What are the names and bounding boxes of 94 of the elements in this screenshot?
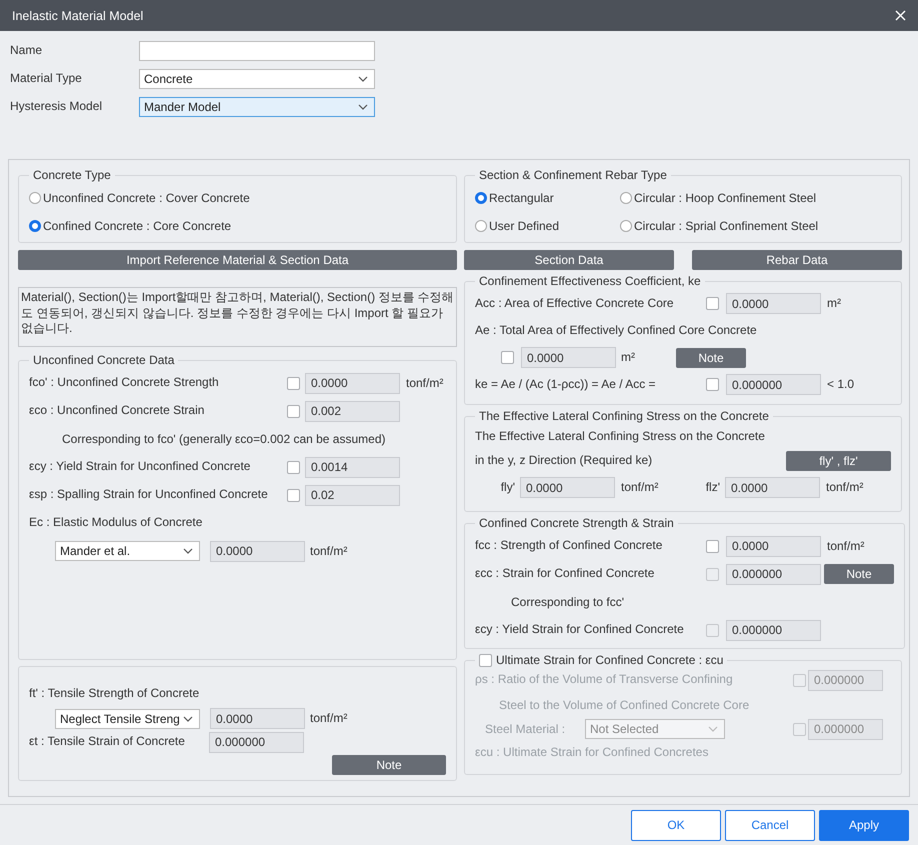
unit-label: tonf/m² [621, 480, 658, 494]
unit-label: tonf/m² [310, 711, 348, 726]
value-field[interactable]: 0.0000 [210, 708, 305, 729]
window-title: Inelastic Material Model [12, 8, 144, 22]
unit-label: tonf/m² [826, 480, 864, 494]
group-title: Concrete Type [32, 168, 112, 182]
checkbox[interactable] [287, 460, 300, 474]
dropdown[interactable]: Mander et al. [55, 541, 200, 561]
note-button[interactable]: Note [676, 348, 746, 368]
radio-option[interactable]: Circular : Hoop Confinement Steel [620, 191, 816, 205]
unit-label: tonf/m² [310, 544, 348, 558]
field-label: εcu : Ultimate Strain for Confined Concretes [475, 746, 710, 760]
checkbox[interactable] [706, 297, 719, 310]
checkbox[interactable] [287, 404, 300, 418]
radio-option[interactable]: Circular : Sprial Confinement Steel [620, 219, 818, 233]
field-label: εt : Tensile Strain of Concrete [29, 735, 186, 749]
hint-text: Steel to the Volume of Confined Concrete Core [499, 698, 750, 712]
group-title: Section & Confinement Rebar Type [478, 168, 668, 182]
checkbox[interactable] [793, 674, 806, 687]
checkbox[interactable] [479, 654, 492, 666]
value-field[interactable]: 0.0000 [520, 477, 615, 498]
field-label: Ae : Total Area of Effectively Confined Core Concrete [475, 324, 758, 338]
group-title: The Effective Lateral Confining Stress on the Concrete [478, 409, 770, 423]
field-label: ρs : Ratio of the Volume of Transverse Confining [475, 673, 734, 688]
value-field[interactable]: 0.000000 [209, 732, 304, 752]
value-field[interactable]: 0.02 [305, 484, 400, 506]
value-field[interactable]: 0.0000 [210, 540, 305, 562]
field-label: Steel Material : [485, 722, 566, 736]
group-title: Ultimate Strain for Confined Concrete : εcu [496, 653, 724, 667]
field-label: εcy : Yield Strain for Unconfined Concrete [29, 460, 252, 474]
value-field[interactable]: 0.002 [305, 400, 400, 422]
field-label: fco' : Unconfined Concrete Strength [29, 376, 220, 390]
dropdown[interactable]: Concrete [139, 69, 375, 89]
dialog-button[interactable]: Apply [819, 810, 909, 840]
dialog-button[interactable]: OK [631, 810, 721, 840]
field-label: Acc : Area of Effective Concrete Core [475, 296, 675, 310]
import-button[interactable]: Import Reference Material & Section Data [18, 250, 457, 270]
hint-text: Corresponding to fcc' [511, 594, 624, 609]
group-title: Confinement Effectiveness Coefficient, ke [478, 274, 702, 288]
dialog-button[interactable]: Cancel [725, 810, 815, 840]
value-field[interactable]: 0.0000 [521, 347, 616, 368]
dropdown[interactable]: Mander Model [139, 97, 375, 117]
unit-label: m² [621, 350, 635, 364]
hint-text: Corresponding to fco' (generally εco=0.002 can be assumed) [62, 432, 386, 446]
unit-label: tonf/m² [406, 376, 444, 390]
field-label: ke = Ae / (Ac (1-ρcc)) = Ae / Acc = [475, 378, 657, 392]
field-label: εco : Unconfined Concrete Strain [29, 404, 206, 418]
chevron-down-icon [708, 726, 718, 732]
value-field[interactable]: 0.0014 [305, 456, 400, 478]
checkbox[interactable] [501, 351, 514, 364]
radio-option[interactable]: Unconfined Concrete : Cover Concrete [29, 191, 250, 205]
checkbox[interactable] [706, 540, 719, 552]
value-field[interactable]: 0.000000 [726, 374, 821, 395]
field-label: flz' [706, 480, 720, 494]
field-label: Name [10, 44, 44, 58]
group-title: Unconfined Concrete Data [32, 353, 176, 367]
chevron-down-icon [358, 104, 368, 110]
checkbox[interactable] [287, 376, 300, 390]
unit-label: m² [827, 296, 841, 310]
checkbox[interactable] [706, 378, 719, 391]
radio-option[interactable]: Rectangular [475, 191, 554, 205]
group-title: Confined Concrete Strength & Strain [478, 516, 675, 530]
note-text: Material(), Section()는 Import할때만 참고하며, Material(), Section() 정보를 수정해도 연동되어, 갱신되지 않습니다. 정보를 수정한 경우에는 다시 Import 할 필요가 없습니다. [18, 287, 457, 347]
radio-option[interactable]: Confined Concrete : Core Concrete [29, 219, 232, 233]
field-label: fly' [500, 480, 515, 494]
unit-label: tonf/m² [827, 538, 864, 553]
field-label: in the y, z Direction (Required ke) [475, 454, 654, 468]
name-field[interactable] [139, 41, 375, 61]
chevron-down-icon [358, 76, 368, 82]
dropdown[interactable]: Neglect Tensile Streng [55, 708, 200, 728]
value-field[interactable]: 0.0000 [726, 536, 821, 556]
field-label: Material Type [10, 72, 83, 86]
field-label: εcc : Strain for Confined Concrete [475, 567, 656, 581]
field-label: εsp : Spalling Strain for Unconfined Concrete [29, 488, 269, 502]
field-label: ft' : Tensile Strength of Concrete [29, 686, 200, 700]
field-label: Ec : Elastic Modulus of Concrete [29, 516, 204, 530]
field-label: Hysteresis Model [10, 100, 104, 114]
value-field[interactable]: 0.0000 [726, 293, 821, 314]
field-label: εcy : Yield Strain for Confined Concrete [475, 623, 685, 637]
radio-option[interactable]: User Defined [475, 219, 560, 233]
checkbox[interactable] [793, 722, 806, 736]
chevron-down-icon [183, 548, 193, 554]
fl-button[interactable]: fly' , flz' [786, 451, 891, 471]
value-field[interactable]: 0.0000 [725, 477, 820, 498]
note-button[interactable]: Note [332, 755, 446, 775]
field-label: fcc : Strength of Confined Concrete [475, 539, 664, 553]
field-label: The Effective Lateral Confining Stress on the Concrete [475, 430, 766, 444]
close-icon[interactable] [895, 10, 906, 21]
chevron-down-icon [183, 716, 193, 722]
data-button[interactable]: Section Data [464, 250, 674, 270]
checkbox[interactable] [287, 488, 300, 502]
unit-label: < 1.0 [827, 377, 854, 392]
value-field[interactable]: 0.0000 [305, 372, 400, 394]
data-button[interactable]: Rebar Data [692, 250, 902, 270]
